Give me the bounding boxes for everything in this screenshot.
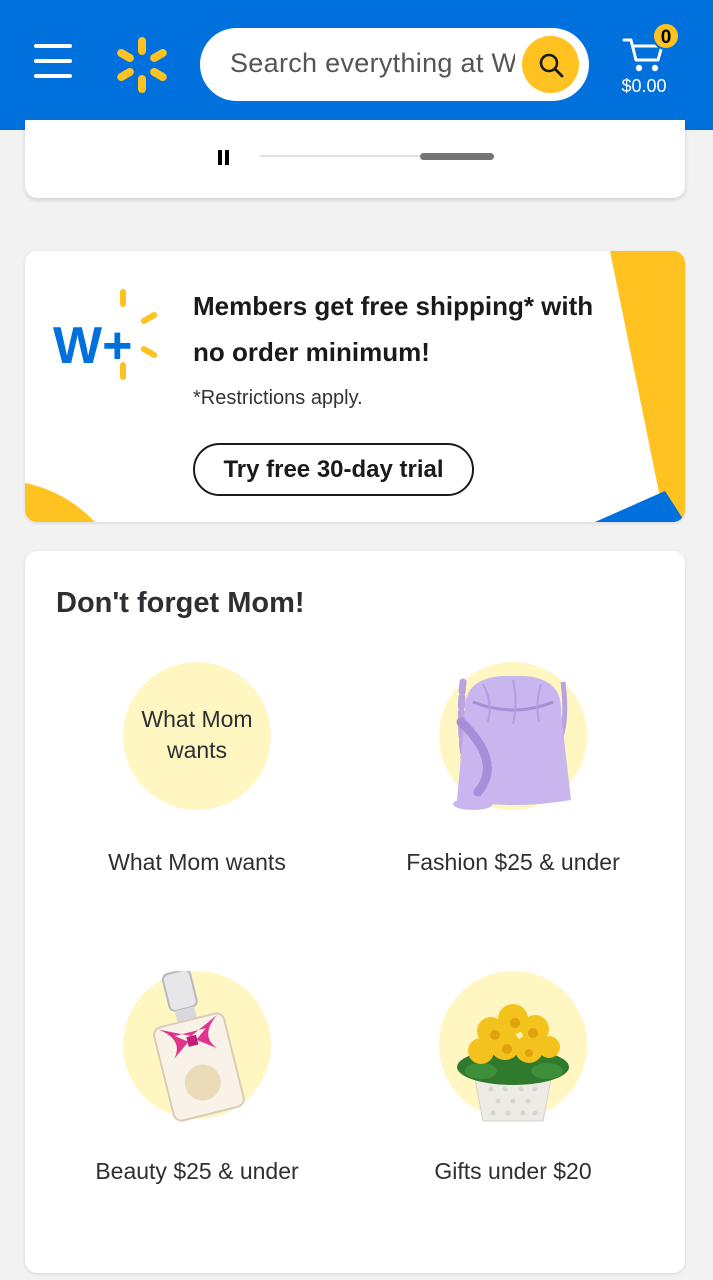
what-mom-wants-graphic: What Mom wants <box>123 662 271 810</box>
search-bar[interactable]: Search everything at W <box>200 28 589 101</box>
free-trial-button[interactable]: Try free 30-day trial <box>193 443 474 496</box>
tile-label: Gifts under $20 <box>434 1158 592 1184</box>
tile-label: Beauty $25 & under <box>95 1158 299 1184</box>
tile-label: Fashion $25 & under <box>406 849 620 875</box>
carousel-position-indicator[interactable] <box>420 153 494 160</box>
walmart-spark-logo[interactable] <box>112 35 172 95</box>
purple-handbag-image <box>453 675 571 810</box>
cart-total: $0.00 <box>621 76 667 96</box>
tile-beauty[interactable]: Beauty $25 & under <box>47 971 347 1211</box>
search-input[interactable]: Search everything at W <box>230 48 515 79</box>
section-title: Don't forget Mom! <box>56 587 305 619</box>
menu-icon[interactable] <box>34 44 74 84</box>
pause-icon[interactable] <box>218 150 232 166</box>
top-header: Search everything at W 0 $0.00 <box>0 0 713 130</box>
tile-fashion[interactable]: Fashion $25 & under <box>363 662 663 902</box>
circle-text: What Mom wants <box>141 706 253 763</box>
carousel-card <box>25 120 685 198</box>
promo-headline: Members get free shipping* with no order… <box>193 291 594 367</box>
tile-what-mom-wants[interactable]: What Mom wants What Mom wants <box>47 662 347 902</box>
walmart-plus-promo: W+ Members get free shipping* with no or… <box>25 251 685 522</box>
walmart-plus-logo: W+ <box>53 289 158 380</box>
yellow-flower-pot-image <box>457 1004 569 1122</box>
cart-button[interactable]: 0 $0.00 <box>612 22 682 112</box>
tile-gifts[interactable]: Gifts under $20 <box>363 971 663 1211</box>
search-button[interactable] <box>522 36 579 93</box>
search-icon <box>539 53 563 77</box>
tile-label: What Mom wants <box>108 849 286 875</box>
perfume-bottle-image <box>153 971 245 1122</box>
cart-count-badge: 0 <box>652 22 680 50</box>
mothers-day-section: Don't forget Mom! What Mom wants What Mo… <box>25 551 685 1273</box>
promo-restrictions-note: *Restrictions apply. <box>193 387 363 409</box>
